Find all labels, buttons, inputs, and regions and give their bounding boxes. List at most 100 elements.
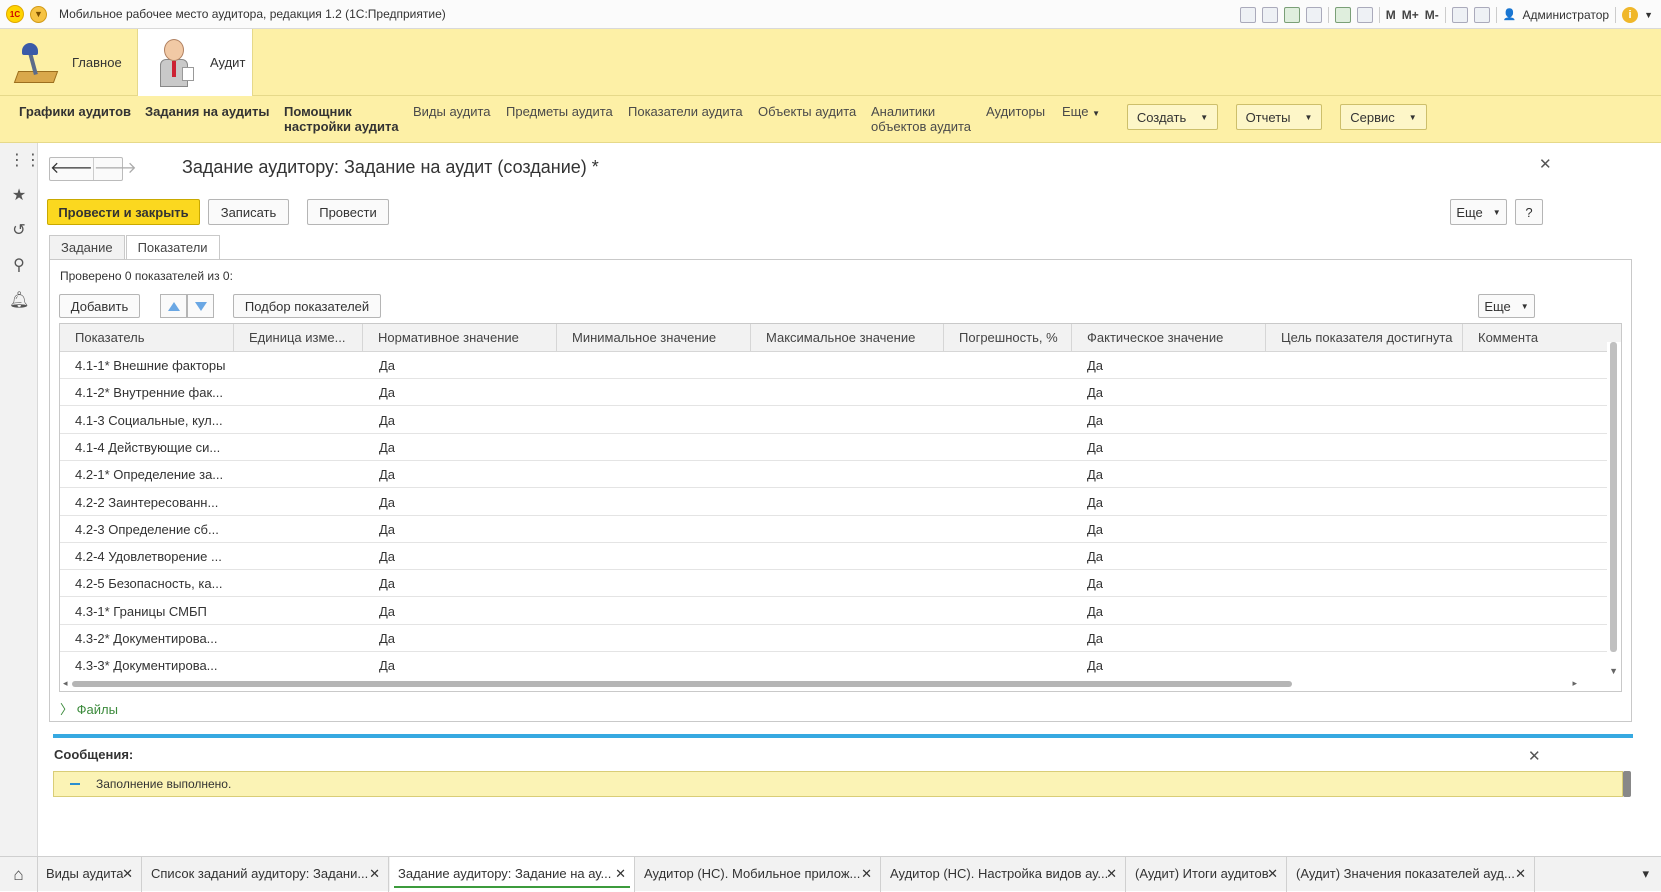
help-button[interactable]: ?	[1515, 199, 1543, 225]
col-min-value[interactable]: Минимальное значение	[557, 324, 751, 352]
cell-normative-value[interactable]: Да	[379, 570, 549, 597]
cell-actual-value[interactable]: Да	[1087, 379, 1257, 406]
window-tab[interactable]: Аудитор (НС). Настройка видов ау... ✕	[882, 857, 1126, 892]
cell-normative-value[interactable]: Да	[379, 543, 549, 570]
cell-normative-value[interactable]: Да	[379, 461, 549, 488]
search-icon[interactable]: ⚲	[9, 256, 29, 276]
files-group[interactable]: 〉 Файлы	[60, 699, 118, 718]
form-more-button[interactable]: Еще ▼	[1450, 199, 1507, 225]
cell-actual-value[interactable]: Да	[1087, 407, 1257, 434]
nav-audit-objects[interactable]: Объекты аудита	[758, 104, 856, 119]
cell-normative-value[interactable]: Да	[379, 434, 549, 461]
table-row[interactable]: 4.3-3* Документирова... Да Да	[60, 652, 1607, 680]
table-row[interactable]: 4.3-1* Границы СМБП Да Да	[60, 598, 1607, 625]
calendar-icon[interactable]	[1356, 6, 1373, 23]
scroll-thumb[interactable]	[72, 681, 1292, 687]
message-item[interactable]: Заполнение выполнено.	[53, 771, 1631, 797]
nav-audit-schedules[interactable]: Графики аудитов	[19, 104, 131, 119]
home-icon[interactable]: ⌂	[0, 857, 38, 892]
col-comment[interactable]: Коммента	[1463, 324, 1621, 352]
close-form-icon[interactable]: ✕	[1539, 155, 1552, 173]
nav-audit-setup-wizard[interactable]: Помощник настройки аудита	[284, 104, 399, 134]
table-row[interactable]: 4.2-3 Определение сб... Да Да	[60, 516, 1607, 543]
save-button[interactable]: Записать	[208, 199, 289, 225]
reports-button[interactable]: Отчеты ▼	[1236, 104, 1322, 130]
table-row[interactable]: 4.1-3 Социальные, кул... Да Да	[60, 407, 1607, 434]
section-audit[interactable]: Аудит	[137, 29, 253, 96]
window-tab[interactable]: Виды аудита ✕	[38, 857, 142, 892]
cell-indicator[interactable]: 4.3-1* Границы СМБП	[75, 598, 225, 625]
nav-audit-object-analytics[interactable]: Аналитики объектов аудита	[871, 104, 971, 134]
close-messages-icon[interactable]: ✕	[1528, 747, 1541, 765]
cell-actual-value[interactable]: Да	[1087, 461, 1257, 488]
add-button[interactable]: Добавить	[59, 294, 140, 318]
cell-indicator[interactable]: 4.2-4 Удовлетворение ...	[75, 543, 225, 570]
scroll-thumb[interactable]	[1610, 342, 1617, 652]
cell-indicator[interactable]: 4.2-1* Определение за...	[75, 461, 225, 488]
create-button[interactable]: Создать ▼	[1127, 104, 1218, 130]
close-icon[interactable]: ✕	[861, 857, 872, 891]
info-icon[interactable]: i	[1622, 6, 1639, 23]
table-more-button[interactable]: Еще ▼	[1478, 294, 1535, 318]
scroll-left-icon[interactable]: ◂	[63, 678, 68, 689]
cell-actual-value[interactable]: Да	[1087, 625, 1257, 652]
cell-normative-value[interactable]: Да	[379, 598, 549, 625]
mail-icon[interactable]	[1305, 6, 1322, 23]
nav-audit-tasks[interactable]: Задания на аудиты	[145, 104, 269, 119]
cell-actual-value[interactable]: Да	[1087, 570, 1257, 597]
move-up-button[interactable]	[160, 294, 187, 318]
tab-indicators[interactable]: Показатели	[125, 235, 220, 261]
cell-actual-value[interactable]: Да	[1087, 598, 1257, 625]
window-tab[interactable]: (Аудит) Значения показателей ауд... ✕	[1288, 857, 1535, 892]
col-max-value[interactable]: Максимальное значение	[751, 324, 944, 352]
cell-normative-value[interactable]: Да	[379, 352, 549, 379]
upload-icon[interactable]	[1283, 6, 1300, 23]
scroll-down-icon[interactable]: ▼	[1609, 666, 1618, 676]
post-and-close-button[interactable]: Провести и закрыть	[47, 199, 200, 225]
cell-normative-value[interactable]: Да	[379, 516, 549, 543]
horizontal-scrollbar[interactable]: ◂ ▸	[60, 677, 1621, 691]
more-windows-icon[interactable]: ▾	[1642, 857, 1649, 891]
col-normative-value[interactable]: Нормативное значение	[363, 324, 557, 352]
cell-indicator[interactable]: 4.1-3 Социальные, кул...	[75, 407, 225, 434]
close-icon[interactable]: ✕	[1106, 857, 1117, 891]
window-tab[interactable]: (Аудит) Итоги аудитов ✕	[1127, 857, 1287, 892]
service-button[interactable]: Сервис ▼	[1340, 104, 1427, 130]
messages-scrollbar[interactable]	[1623, 771, 1631, 797]
memory-button[interactable]: M	[1386, 8, 1396, 22]
col-goal-achieved[interactable]: Цель показателя достигнута	[1266, 324, 1463, 352]
cell-indicator[interactable]: 4.3-3* Документирова...	[75, 652, 225, 679]
zoom-icon[interactable]	[1451, 6, 1468, 23]
cell-indicator[interactable]: 4.1-1* Внешние факторы	[75, 352, 225, 379]
scroll-right-icon[interactable]: ▸	[1572, 678, 1577, 689]
col-tolerance[interactable]: Погрешность, %	[944, 324, 1072, 352]
bell-icon[interactable]: 🔔︎	[9, 291, 29, 311]
section-main[interactable]: Главное	[12, 29, 148, 96]
cell-indicator[interactable]: 4.3-2* Документирова...	[75, 625, 225, 652]
nav-audit-subjects[interactable]: Предметы аудита	[506, 104, 613, 119]
window-tab-active[interactable]: Задание аудитору: Задание на ау... ✕	[390, 857, 635, 892]
table-row[interactable]: 4.2-5 Безопасность, ка... Да Да	[60, 570, 1607, 598]
forward-arrow-icon[interactable]: 🡒	[92, 158, 137, 180]
window-tab[interactable]: Список заданий аудитору: Задани... ✕	[143, 857, 389, 892]
cell-indicator[interactable]: 4.1-4 Действующие си...	[75, 434, 225, 461]
cell-actual-value[interactable]: Да	[1087, 489, 1257, 516]
post-button[interactable]: Провести	[307, 199, 389, 225]
cell-normative-value[interactable]: Да	[379, 489, 549, 516]
table-row[interactable]: 4.1-2* Внутренние фак... Да Да	[60, 379, 1607, 407]
cell-normative-value[interactable]: Да	[379, 407, 549, 434]
col-indicator[interactable]: Показатель	[60, 324, 234, 352]
back-arrow-icon[interactable]: 🡐	[50, 158, 93, 180]
favorites-star-icon[interactable]: ★	[9, 186, 29, 206]
user-name[interactable]: Администратор	[1523, 8, 1610, 22]
save-icon[interactable]	[1239, 6, 1256, 23]
cell-indicator[interactable]: 4.2-5 Безопасность, ка...	[75, 570, 225, 597]
print-icon[interactable]	[1261, 6, 1278, 23]
table-row[interactable]: 4.2-4 Удовлетворение ... Да Да	[60, 543, 1607, 571]
nav-auditors[interactable]: Аудиторы	[986, 104, 1045, 119]
col-unit[interactable]: Единица изме...	[234, 324, 363, 352]
cell-indicator[interactable]: 4.2-2 Заинтересованн...	[75, 489, 225, 516]
col-actual-value[interactable]: Фактическое значение	[1072, 324, 1266, 352]
cell-indicator[interactable]: 4.1-2* Внутренние фак...	[75, 379, 225, 406]
close-icon[interactable]: ✕	[122, 857, 133, 891]
